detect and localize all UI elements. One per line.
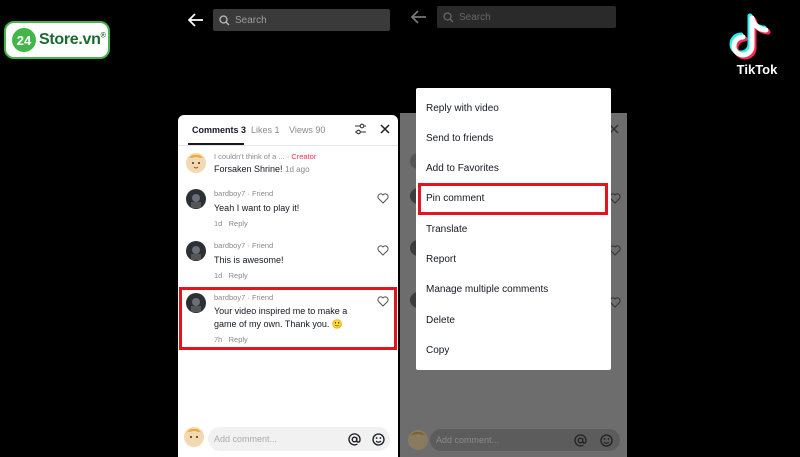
- creator-comment: I couldn't think of a ... · Creator Fors…: [186, 152, 391, 180]
- comment-text: Yeah I want to play it!: [214, 203, 300, 213]
- store-logo: 24 Store.vn®: [4, 21, 110, 59]
- avatar-icon: [408, 430, 428, 450]
- avatar-icon: [184, 427, 204, 447]
- emoji-icon[interactable]: [372, 433, 385, 446]
- filter-icon[interactable]: [354, 123, 367, 135]
- menu-item-report[interactable]: Report: [426, 254, 456, 265]
- menu-item-translate[interactable]: Translate: [426, 224, 467, 235]
- friend-badge: · Friend: [247, 189, 274, 198]
- comment-item: bardboy7 · Friend This is awesome! 1d Re…: [186, 240, 391, 284]
- avatar-icon: [186, 189, 206, 209]
- tab-likes[interactable]: Likes 1: [251, 125, 280, 135]
- friend-badge: · Friend: [247, 241, 274, 250]
- menu-item-copy[interactable]: Copy: [426, 345, 449, 356]
- search-placeholder: Search: [459, 11, 491, 23]
- reply-button[interactable]: Reply: [229, 219, 248, 228]
- store-logo-name: Store.vn: [39, 31, 101, 48]
- creator-badge: · Creator: [286, 152, 317, 161]
- comment-author[interactable]: I couldn't think of a ...: [214, 152, 285, 161]
- search-placeholder: Search: [235, 14, 267, 26]
- comment-text: This is awesome!: [214, 255, 284, 265]
- heart-icon[interactable]: [377, 245, 389, 256]
- comment-time: 1d: [214, 219, 223, 228]
- comments-panel: Comments 3 Likes 1 Views 90 I couldn't t…: [178, 115, 398, 457]
- reply-button[interactable]: Reply: [229, 271, 248, 280]
- active-tab-indicator: [188, 143, 244, 145]
- comment-time: 1d: [214, 271, 223, 280]
- add-comment-bar-dimmed: Add comment...: [400, 423, 627, 457]
- menu-item-reply-with-video[interactable]: Reply with video: [426, 103, 499, 114]
- avatar[interactable]: [186, 241, 206, 261]
- back-arrow-icon[interactable]: [411, 10, 427, 24]
- tab-views[interactable]: Views 90: [289, 125, 325, 135]
- comment-author[interactable]: bardboy7: [214, 189, 245, 198]
- search-icon: [219, 14, 230, 25]
- comment-time: 1d ago: [285, 165, 310, 174]
- add-comment-bar: Add comment...: [178, 419, 398, 457]
- comment-text: Forsaken Shrine!: [214, 164, 283, 174]
- pin-comment-highlight-box: [418, 183, 608, 215]
- avatar: [408, 430, 428, 450]
- add-comment-input[interactable]: Add comment...: [208, 427, 390, 451]
- tiktok-logo: TikTok: [728, 10, 786, 80]
- comment-author[interactable]: bardboy7: [214, 241, 245, 250]
- avatar[interactable]: [186, 189, 206, 209]
- menu-item-add-to-favorites[interactable]: Add to Favorites: [426, 163, 499, 174]
- add-comment-input-dimmed: Add comment...: [430, 429, 620, 451]
- at-icon: [574, 434, 587, 447]
- store-logo-number: 24: [12, 28, 36, 52]
- avatar-icon: [186, 241, 206, 261]
- search-input[interactable]: Search: [213, 9, 390, 31]
- at-icon[interactable]: [348, 433, 361, 446]
- store-logo-mark: ®: [100, 32, 106, 40]
- avatar[interactable]: [186, 153, 206, 173]
- heart-icon[interactable]: [377, 193, 389, 204]
- search-input-dimmed: Search: [437, 6, 616, 28]
- emoji-icon: [600, 434, 613, 447]
- menu-item-manage-multiple-comments[interactable]: Manage multiple comments: [426, 284, 548, 295]
- tiktok-wordmark: TikTok: [736, 62, 778, 77]
- avatar: [184, 427, 204, 447]
- tiktok-note-icon: [729, 13, 771, 60]
- comment-context-menu: Reply with video Send to friends Add to …: [416, 88, 611, 370]
- comments-tabs: Comments 3 Likes 1 Views 90: [178, 115, 398, 146]
- avatar-icon: [186, 153, 206, 173]
- close-icon[interactable]: [380, 124, 390, 134]
- menu-item-send-to-friends[interactable]: Send to friends: [426, 133, 493, 144]
- menu-item-delete[interactable]: Delete: [426, 315, 455, 326]
- comment-highlight-box: [179, 287, 397, 350]
- back-arrow-icon[interactable]: [188, 13, 204, 27]
- tab-comments[interactable]: Comments 3: [192, 125, 246, 135]
- comment-item: bardboy7 · Friend Yeah I want to play it…: [186, 188, 391, 232]
- search-icon: [443, 11, 454, 22]
